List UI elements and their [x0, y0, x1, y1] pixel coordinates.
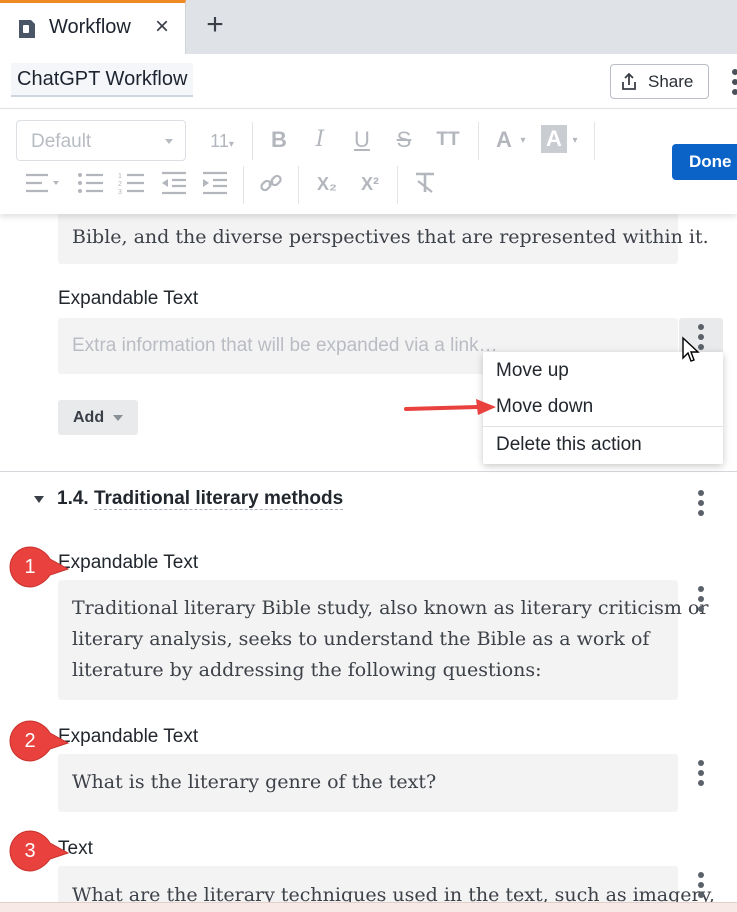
workflow-app-icon — [19, 20, 35, 38]
clear-formatting-icon[interactable] — [413, 171, 437, 195]
workflow-content: Bible, and the diverse perspectives that… — [0, 214, 737, 912]
placeholder-text: Extra information that will be expanded … — [72, 335, 498, 356]
collapse-caret-icon[interactable] — [34, 496, 44, 503]
more-options-icon[interactable] — [697, 586, 705, 614]
document-header: ChatGPT Workflow Share — [0, 54, 737, 109]
toolbar-divider — [298, 166, 299, 204]
annotation-badge: 2 — [4, 719, 84, 763]
link-icon[interactable] — [259, 171, 283, 195]
font-size-value: 11 — [210, 131, 229, 151]
annotation-arrow — [404, 399, 496, 415]
chevron-down-icon — [165, 139, 173, 144]
toolbar-divider — [243, 166, 244, 204]
section-name: Traditional literary methods — [93, 488, 344, 510]
italic-button[interactable]: I — [309, 125, 331, 155]
underline-button[interactable]: U — [351, 125, 373, 155]
more-options-icon[interactable] — [697, 760, 705, 788]
editor-toolbar: Default 11▾ B I U S TT A ▾ A ▾ 123 X₂ X² — [0, 110, 737, 214]
share-button[interactable]: Share — [610, 64, 709, 99]
browser-tab-strip: Workflow × + — [0, 0, 737, 54]
text-line: What is the literary genre of the text? — [72, 771, 437, 793]
more-options-icon[interactable] — [697, 490, 705, 518]
mouse-cursor-icon — [682, 336, 700, 362]
more-options-icon[interactable] — [729, 68, 737, 98]
annotation-badge: 1 — [4, 545, 84, 589]
more-options-icon[interactable] — [697, 872, 705, 900]
share-label: Share — [648, 72, 694, 91]
bullet-list-icon[interactable] — [77, 171, 105, 195]
align-icon[interactable] — [24, 171, 62, 195]
strikethrough-button[interactable]: S — [393, 125, 415, 155]
menu-item-move-down[interactable]: Move down — [483, 396, 723, 418]
menu-item-delete[interactable]: Delete this action — [483, 434, 723, 456]
annotation-number: 3 — [24, 840, 36, 862]
annotation-number: 1 — [24, 556, 36, 578]
new-tab-icon[interactable]: + — [202, 10, 228, 40]
section-number: 1.4. — [57, 488, 89, 509]
chevron-down-icon — [113, 415, 123, 421]
numbered-list-icon[interactable]: 123 — [118, 171, 146, 195]
annotation-number: 2 — [24, 730, 36, 752]
document-title-input[interactable]: ChatGPT Workflow — [11, 63, 194, 97]
section-title[interactable]: 1.4. Traditional literary methods — [57, 488, 344, 510]
font-color-button[interactable]: A — [494, 125, 514, 155]
expandable-text-input[interactable]: Traditional literary Bible study, also k… — [58, 580, 708, 700]
svg-text:2: 2 — [118, 181, 122, 188]
subscript-button[interactable]: X₂ — [314, 169, 340, 199]
add-label: Add — [73, 409, 105, 426]
outdent-icon[interactable] — [160, 171, 188, 195]
bottom-edge — [0, 902, 737, 912]
bold-button[interactable]: B — [268, 125, 290, 155]
text-field-line: Bible, and the diverse perspectives that… — [72, 226, 709, 248]
expandable-text-input[interactable]: What is the literary genre of the text? — [58, 754, 678, 812]
field-label: Expandable Text — [58, 288, 199, 309]
add-button[interactable]: Add — [58, 400, 138, 435]
svg-text:1: 1 — [118, 173, 122, 180]
text-line: literary analysis, seeks to understand t… — [72, 628, 650, 650]
font-family-value: Default — [31, 131, 92, 152]
indent-icon[interactable] — [201, 171, 229, 195]
font-family-select[interactable]: Default — [16, 120, 186, 161]
tab-title: Workflow — [49, 16, 131, 38]
section-divider — [0, 471, 737, 472]
toolbar-divider — [252, 122, 253, 160]
svg-text:3: 3 — [118, 189, 122, 195]
menu-divider — [483, 426, 723, 427]
superscript-button[interactable]: X² — [357, 169, 383, 199]
toolbar-divider — [594, 122, 595, 160]
font-size-select[interactable]: 11▾ — [205, 126, 239, 160]
text-line: literature by addressing the following q… — [72, 659, 542, 681]
text-size-button[interactable]: TT — [433, 125, 463, 155]
annotation-badge: 3 — [4, 829, 84, 873]
chevron-down-icon[interactable]: ▾ — [570, 126, 580, 156]
action-menu: Move up Move down Delete this action — [483, 352, 723, 464]
text-line: Traditional literary Bible study, also k… — [72, 597, 709, 619]
text-field[interactable]: Bible, and the diverse perspectives that… — [58, 214, 709, 264]
toolbar-divider — [397, 166, 398, 204]
share-icon — [622, 72, 636, 90]
chevron-down-icon[interactable]: ▾ — [518, 126, 528, 156]
close-icon[interactable]: × — [150, 13, 174, 41]
tab-workflow[interactable]: Workflow × — [0, 0, 186, 54]
chevron-down-icon: ▾ — [228, 139, 234, 150]
highlight-color-button[interactable]: A — [541, 125, 567, 153]
toolbar-divider — [478, 122, 479, 160]
done-button[interactable]: Done — [672, 144, 737, 180]
